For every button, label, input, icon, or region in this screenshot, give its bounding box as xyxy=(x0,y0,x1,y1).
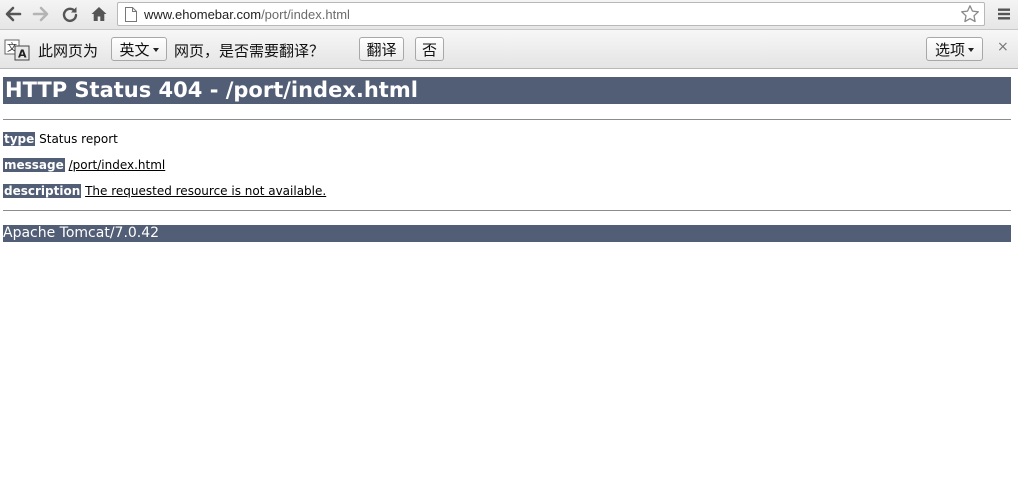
forward-icon[interactable] xyxy=(29,3,53,25)
url-host: www.ehomebar.com xyxy=(144,7,262,22)
description-label: description xyxy=(3,184,82,198)
translate-prefix: 此网页为 xyxy=(38,42,99,60)
browser-toolbar: www.ehomebar.com/port/index.html xyxy=(0,0,1018,30)
translate-button[interactable]: 翻译 xyxy=(359,37,404,61)
menu-icon[interactable] xyxy=(992,3,1016,25)
description-row: description The requested resource is no… xyxy=(3,184,326,198)
type-value: Status report xyxy=(39,132,118,146)
message-label: message xyxy=(3,158,65,172)
server-footer: Apache Tomcat/7.0.42 xyxy=(3,225,1011,242)
options-label: 选项 xyxy=(934,40,965,59)
address-bar[interactable]: www.ehomebar.com/port/index.html xyxy=(117,2,985,26)
star-icon[interactable] xyxy=(960,4,980,29)
chevron-down-icon xyxy=(152,48,159,52)
page-title: HTTP Status 404 - /port/index.html xyxy=(3,77,1011,104)
divider xyxy=(3,210,1011,211)
divider xyxy=(3,119,1011,120)
translate-question: 网页，是否需要翻译？ xyxy=(174,42,325,60)
type-row: type Status report xyxy=(3,132,118,146)
url-text: www.ehomebar.com/port/index.html xyxy=(144,7,350,22)
description-value: The requested resource is not available. xyxy=(85,184,327,198)
page-content: HTTP Status 404 - /port/index.html type … xyxy=(3,77,1011,242)
type-label: type xyxy=(3,132,36,146)
options-button[interactable]: 选项 xyxy=(926,37,983,61)
translate-infobar: 文 A 此网页为 英文 网页，是否需要翻译？ 翻译 否 选项 × xyxy=(0,30,1018,69)
url-path: /port/index.html xyxy=(261,7,350,22)
language-label: 英文 xyxy=(119,40,150,59)
reload-icon[interactable] xyxy=(58,3,82,25)
no-button[interactable]: 否 xyxy=(415,37,444,61)
home-icon[interactable] xyxy=(87,3,111,25)
close-icon[interactable]: × xyxy=(997,39,1009,55)
svg-text:A: A xyxy=(18,48,27,61)
message-row: message /port/index.html xyxy=(3,158,165,172)
language-select[interactable]: 英文 xyxy=(111,37,167,61)
translate-icon: 文 A xyxy=(4,39,30,65)
message-value: /port/index.html xyxy=(68,158,166,172)
back-icon[interactable] xyxy=(1,3,25,25)
chevron-down-icon xyxy=(968,48,974,52)
page-icon xyxy=(124,6,138,28)
